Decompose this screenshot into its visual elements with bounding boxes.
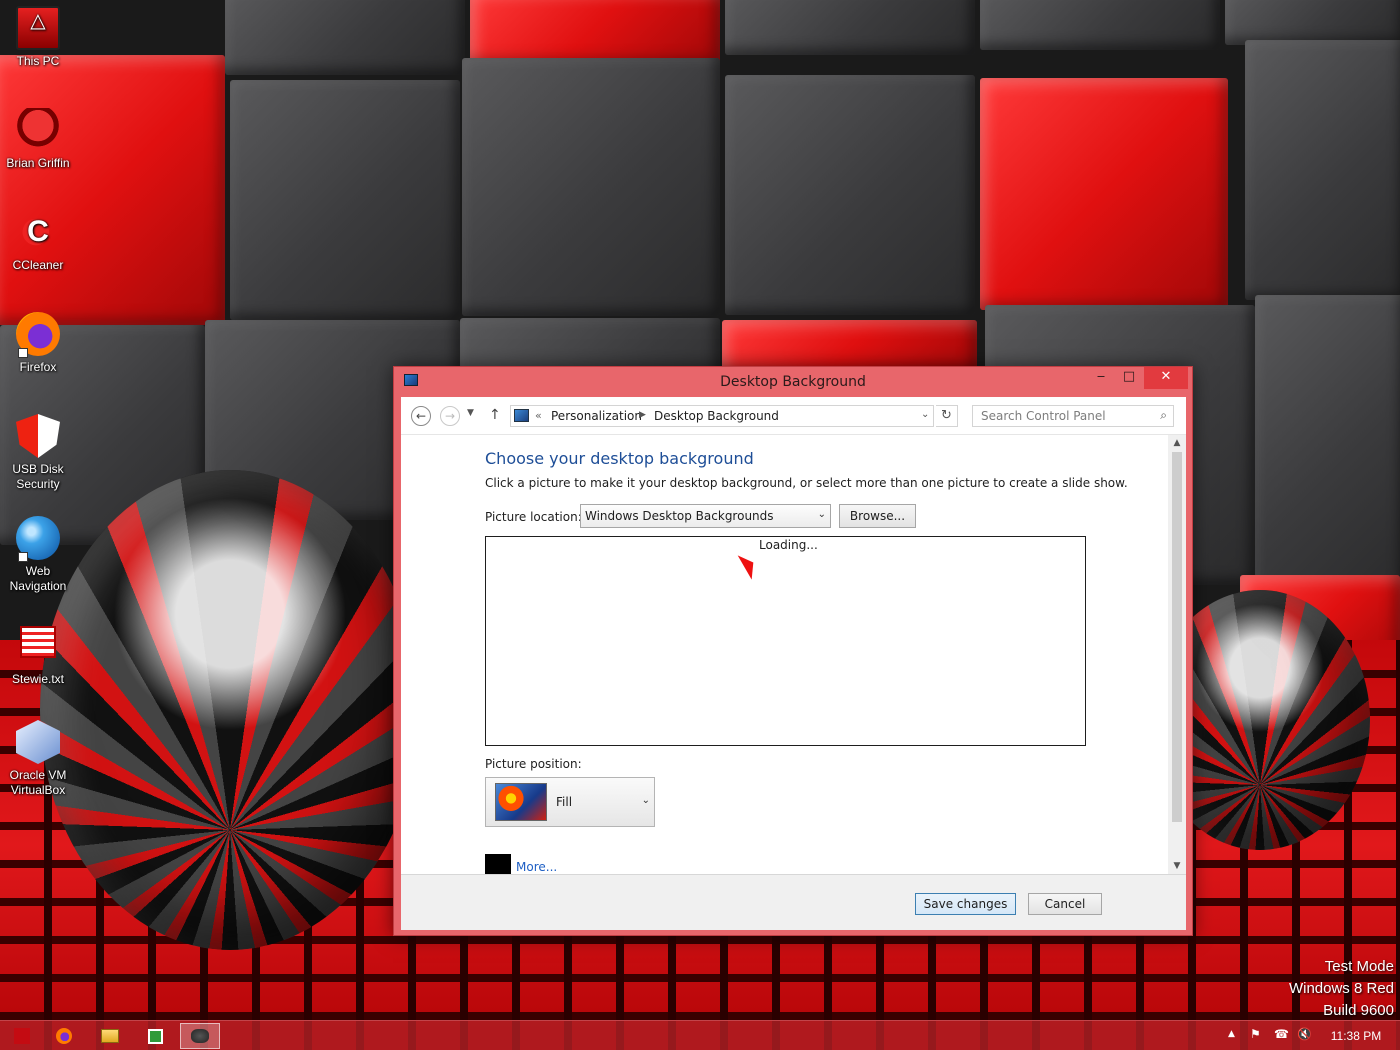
store-icon [147,1028,163,1044]
cancel-button[interactable]: Cancel [1028,893,1102,915]
gallery-loading-text: Loading... [759,538,818,552]
breadcrumb-desktop-background[interactable]: Desktop Background [654,409,779,423]
address-bar[interactable]: « Personalization ▶ Desktop Background ⌄ [510,405,934,427]
chevron-down-icon: ⌄ [641,795,650,806]
desktop-icon-label: This PC [16,54,60,68]
desktop-icon-stewie-txt[interactable]: Stewie.txt [0,626,76,687]
back-button[interactable]: ← [411,406,431,426]
vertical-scrollbar[interactable]: ▲ ▼ [1168,435,1186,874]
show-hidden-icons-icon[interactable]: ▲ [1228,1029,1235,1039]
picture-position-select[interactable]: Fill ⌄ [485,777,655,827]
firefox-icon [56,1028,72,1044]
search-icon[interactable]: ⌕ [1160,408,1167,423]
web-navigation-icon [16,516,60,562]
background-color-swatch[interactable] [485,854,511,874]
control-panel-icon [191,1029,209,1043]
scroll-down-icon[interactable]: ▼ [1168,858,1186,874]
desktop-icon-brian-griffin[interactable]: Brian Griffin [0,108,76,171]
page-heading: Choose your desktop background [485,449,754,468]
control-panel-location-icon [514,409,529,422]
window-client-area: ← → ▼ ↑ « Personalization ▶ Desktop Back… [401,397,1186,930]
taskbar-control-panel[interactable] [180,1023,220,1049]
navigation-bar: ← → ▼ ↑ « Personalization ▶ Desktop Back… [401,397,1186,435]
breadcrumb-separator-icon[interactable]: ▶ [639,410,646,420]
desktop-background-window: Desktop Background ‒ □ ✕ ← → ▼ ↑ « Perso… [393,366,1193,936]
desktop-icon-label: Stewie.txt [11,672,65,686]
desktop-icon-label: Brian Griffin [6,156,70,170]
desktop-icon-label: CCleaner [12,258,64,272]
desktop-icon-label: USB Disk Security [12,462,64,491]
shortcut-arrow-icon [18,348,28,358]
desktop-icon-web-navigation[interactable]: Web Navigation [0,516,76,594]
dialog-footer: Save changes Cancel [401,874,1186,930]
action-center-flag-icon[interactable]: ⚑ [1250,1027,1261,1041]
network-icon[interactable]: ☎ [1274,1027,1289,1041]
main-content: Choose your desktop background Click a p… [401,435,1168,874]
search-placeholder: Search Control Panel [981,409,1106,423]
position-preview-thumbnail [495,783,547,821]
taskbar-store[interactable] [135,1023,175,1049]
desktop-icon-ccleaner[interactable]: CCleaner [0,210,76,273]
desktop-icon-this-pc[interactable]: This PC [0,6,76,69]
desktop-watermark: Test Mode Windows 8 Red Build 9600 [1289,956,1394,1022]
window-titlebar[interactable]: Desktop Background ‒ □ ✕ [394,367,1192,397]
maximize-button[interactable]: □ [1116,367,1142,389]
address-dropdown-icon[interactable]: ⌄ [921,409,929,420]
this-pc-icon [16,6,60,50]
folder-icon [101,1029,119,1043]
volume-muted-icon[interactable]: 🔇 [1297,1027,1312,1041]
picture-location-value: Windows Desktop Backgrounds [585,509,774,523]
search-input[interactable]: Search Control Panel ⌕ [972,405,1174,427]
virtualbox-icon [16,720,60,764]
desktop-icon-label: Firefox [19,360,57,374]
forward-button[interactable]: → [440,406,460,426]
instructions-text: Click a picture to make it your desktop … [485,476,1128,490]
shortcut-arrow-icon [18,552,28,562]
firefox-icon [16,312,60,358]
recent-locations-button[interactable]: ▼ [467,408,474,418]
scroll-thumb[interactable] [1172,452,1182,822]
taskbar-file-explorer[interactable] [90,1023,130,1049]
watermark-line: Build 9600 [1323,1002,1394,1019]
picture-location-label: Picture location: [485,510,582,524]
more-colors-link[interactable]: More... [516,860,557,874]
scroll-up-icon[interactable]: ▲ [1168,435,1186,451]
text-file-icon [20,626,56,658]
picture-location-select[interactable]: Windows Desktop Backgrounds ⌄ [580,504,831,528]
watermark-line: Test Mode [1324,958,1394,975]
brian-griffin-icon [16,108,60,152]
desktop-icon-firefox[interactable]: Firefox [0,312,76,375]
mouse-cursor-icon [737,550,761,580]
windows-start-icon [14,1028,30,1044]
desktop-icon-label: Oracle VM VirtualBox [9,768,67,797]
close-button[interactable]: ✕ [1144,367,1188,389]
picture-position-value: Fill [556,795,573,809]
usb-disk-security-icon [16,414,60,458]
ccleaner-icon [16,210,60,254]
minimize-button[interactable]: ‒ [1088,367,1114,389]
chevron-down-icon: ⌄ [817,509,826,520]
taskbar-firefox[interactable] [44,1023,84,1049]
desktop-icon-virtualbox[interactable]: Oracle VM VirtualBox [0,720,76,798]
window-title: Desktop Background [720,374,866,390]
picture-position-label: Picture position: [485,757,582,771]
up-button[interactable]: ↑ [489,407,501,423]
refresh-button[interactable]: ↻ [936,405,958,427]
watermark-line: Windows 8 Red [1288,980,1394,997]
taskbar-clock[interactable]: 11:38 PM [1320,1029,1392,1043]
breadcrumb-overflow-icon[interactable]: « [535,409,542,422]
taskbar: ▲ ⚑ ☎ 🔇 11:38 PM [0,1020,1400,1050]
taskbar-start[interactable] [2,1023,42,1049]
picture-gallery[interactable]: Loading... [485,536,1086,746]
breadcrumb-personalization[interactable]: Personalization [551,409,642,423]
save-changes-button[interactable]: Save changes [915,893,1016,915]
browse-button[interactable]: Browse... [839,504,916,528]
desktop-icon-label: Web Navigation [9,564,67,593]
desktop-icon-usb-disk-security[interactable]: USB Disk Security [0,414,76,492]
